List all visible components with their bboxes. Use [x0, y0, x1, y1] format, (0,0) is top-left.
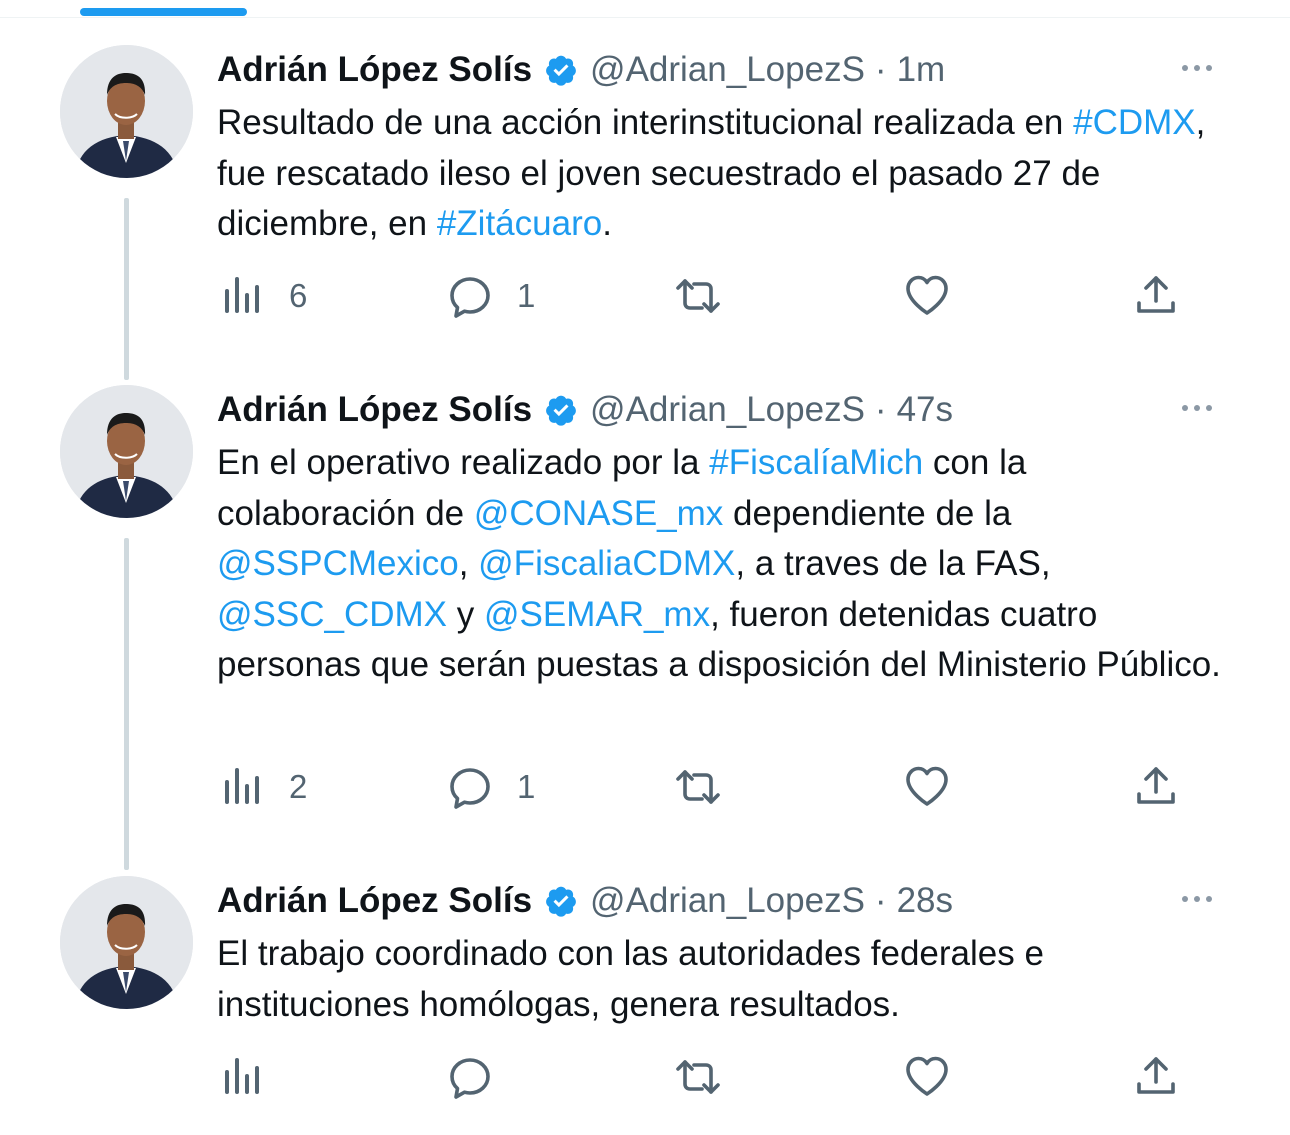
tweet-header: Adrián López Solís @Adrian_LopezS · 47s [217, 385, 953, 435]
views-button[interactable]: 2 [217, 762, 307, 812]
views-button[interactable] [217, 1052, 289, 1102]
heart-icon [906, 1056, 948, 1096]
text-segment: , [458, 544, 479, 583]
thread-line [124, 198, 129, 380]
views-count: 2 [289, 768, 308, 805]
tweet-text: El trabajo coordinado con las autoridade… [217, 929, 1227, 1030]
thread-line [124, 538, 129, 870]
hashtag-link[interactable]: #Zitácuaro [437, 204, 602, 243]
author-handle[interactable]: @Adrian_LopezS [590, 50, 865, 90]
reply-button[interactable] [445, 1052, 517, 1102]
mention-link[interactable]: @SEMAR_mx [484, 595, 710, 634]
separator-dot: · [874, 881, 887, 920]
mention-link[interactable]: @CONASE_mx [474, 494, 723, 533]
text-segment: En el operativo realizado por la [217, 443, 710, 482]
text-segment: y [447, 594, 484, 634]
analytics-icon [225, 277, 259, 313]
reply-button[interactable]: 1 [445, 271, 535, 321]
hashtag-link[interactable]: #FiscalíaMich [709, 443, 923, 482]
more-options-icon[interactable] [1182, 405, 1212, 411]
share-icon [1137, 1057, 1175, 1094]
author-name[interactable]: Adrián López Solís [217, 390, 532, 430]
timestamp[interactable]: 47s [897, 390, 953, 430]
text-segment: , a traves de la FAS, [735, 544, 1061, 583]
tweet-actions: 2 1 [217, 762, 1197, 812]
retweet-button[interactable] [673, 271, 745, 321]
verified-badge-icon [546, 395, 576, 426]
more-options-icon[interactable] [1182, 65, 1212, 71]
tweet-text: En el operativo realizado por la #Fiscal… [217, 438, 1227, 691]
heart-icon [906, 766, 948, 806]
reply-count: 1 [517, 768, 536, 805]
retweet-icon [676, 770, 720, 804]
share-button[interactable] [1131, 1052, 1181, 1102]
heart-icon [906, 275, 948, 315]
like-button[interactable] [902, 271, 974, 321]
tweet-actions: 6 1 [217, 271, 1197, 321]
text-segment: . [602, 204, 612, 243]
share-button[interactable] [1131, 762, 1181, 812]
verified-badge-icon [546, 55, 576, 86]
avatar[interactable] [60, 876, 193, 1009]
share-icon [1137, 276, 1175, 313]
mention-link[interactable]: @SSPCMexico [217, 544, 459, 583]
like-button[interactable] [902, 1052, 974, 1102]
avatar[interactable] [60, 45, 193, 178]
top-divider [0, 17, 1290, 18]
timestamp[interactable]: 28s [897, 881, 953, 921]
views-count: 6 [289, 277, 308, 314]
analytics-icon [225, 768, 259, 804]
active-tab-indicator [80, 8, 247, 16]
retweet-icon [676, 1060, 720, 1094]
text-segment: dependiente de la [723, 493, 1022, 533]
author-handle[interactable]: @Adrian_LopezS [590, 881, 865, 921]
author-name[interactable]: Adrián López Solís [217, 50, 532, 90]
retweet-button[interactable] [673, 762, 745, 812]
reply-count: 1 [517, 277, 536, 314]
verified-badge-icon [546, 886, 576, 917]
share-button[interactable] [1131, 271, 1181, 321]
like-button[interactable] [902, 762, 974, 812]
text-segment: Resultado de una acción interinstitucion… [217, 103, 1074, 142]
separator-dot: · [874, 50, 887, 89]
tweet-actions [217, 1052, 1197, 1102]
tweet-header: Adrián López Solís @Adrian_LopezS · 28s [217, 876, 953, 926]
reply-icon [450, 1058, 490, 1099]
analytics-icon [225, 1058, 259, 1094]
author-handle[interactable]: @Adrian_LopezS [590, 390, 865, 430]
hashtag-link[interactable]: #CDMX [1073, 103, 1196, 142]
reply-button[interactable]: 1 [445, 762, 535, 812]
share-icon [1137, 767, 1175, 804]
timestamp[interactable]: 1m [897, 50, 946, 90]
separator-dot: · [874, 390, 887, 429]
text-segment: El trabajo coordinado con las autoridade… [217, 934, 1054, 1024]
avatar[interactable] [60, 385, 193, 518]
retweet-icon [676, 279, 720, 313]
reply-icon [450, 768, 490, 809]
mention-link[interactable]: @FiscaliaCDMX [478, 544, 735, 583]
views-button[interactable]: 6 [217, 271, 307, 321]
retweet-button[interactable] [673, 1052, 745, 1102]
mention-link[interactable]: @SSC_CDMX [217, 595, 447, 634]
tweet-header: Adrián López Solís @Adrian_LopezS · 1m [217, 45, 945, 95]
tweet-text: Resultado de una acción interinstitucion… [217, 98, 1227, 250]
author-name[interactable]: Adrián López Solís [217, 881, 532, 921]
more-options-icon[interactable] [1182, 896, 1212, 902]
reply-icon [450, 277, 490, 318]
